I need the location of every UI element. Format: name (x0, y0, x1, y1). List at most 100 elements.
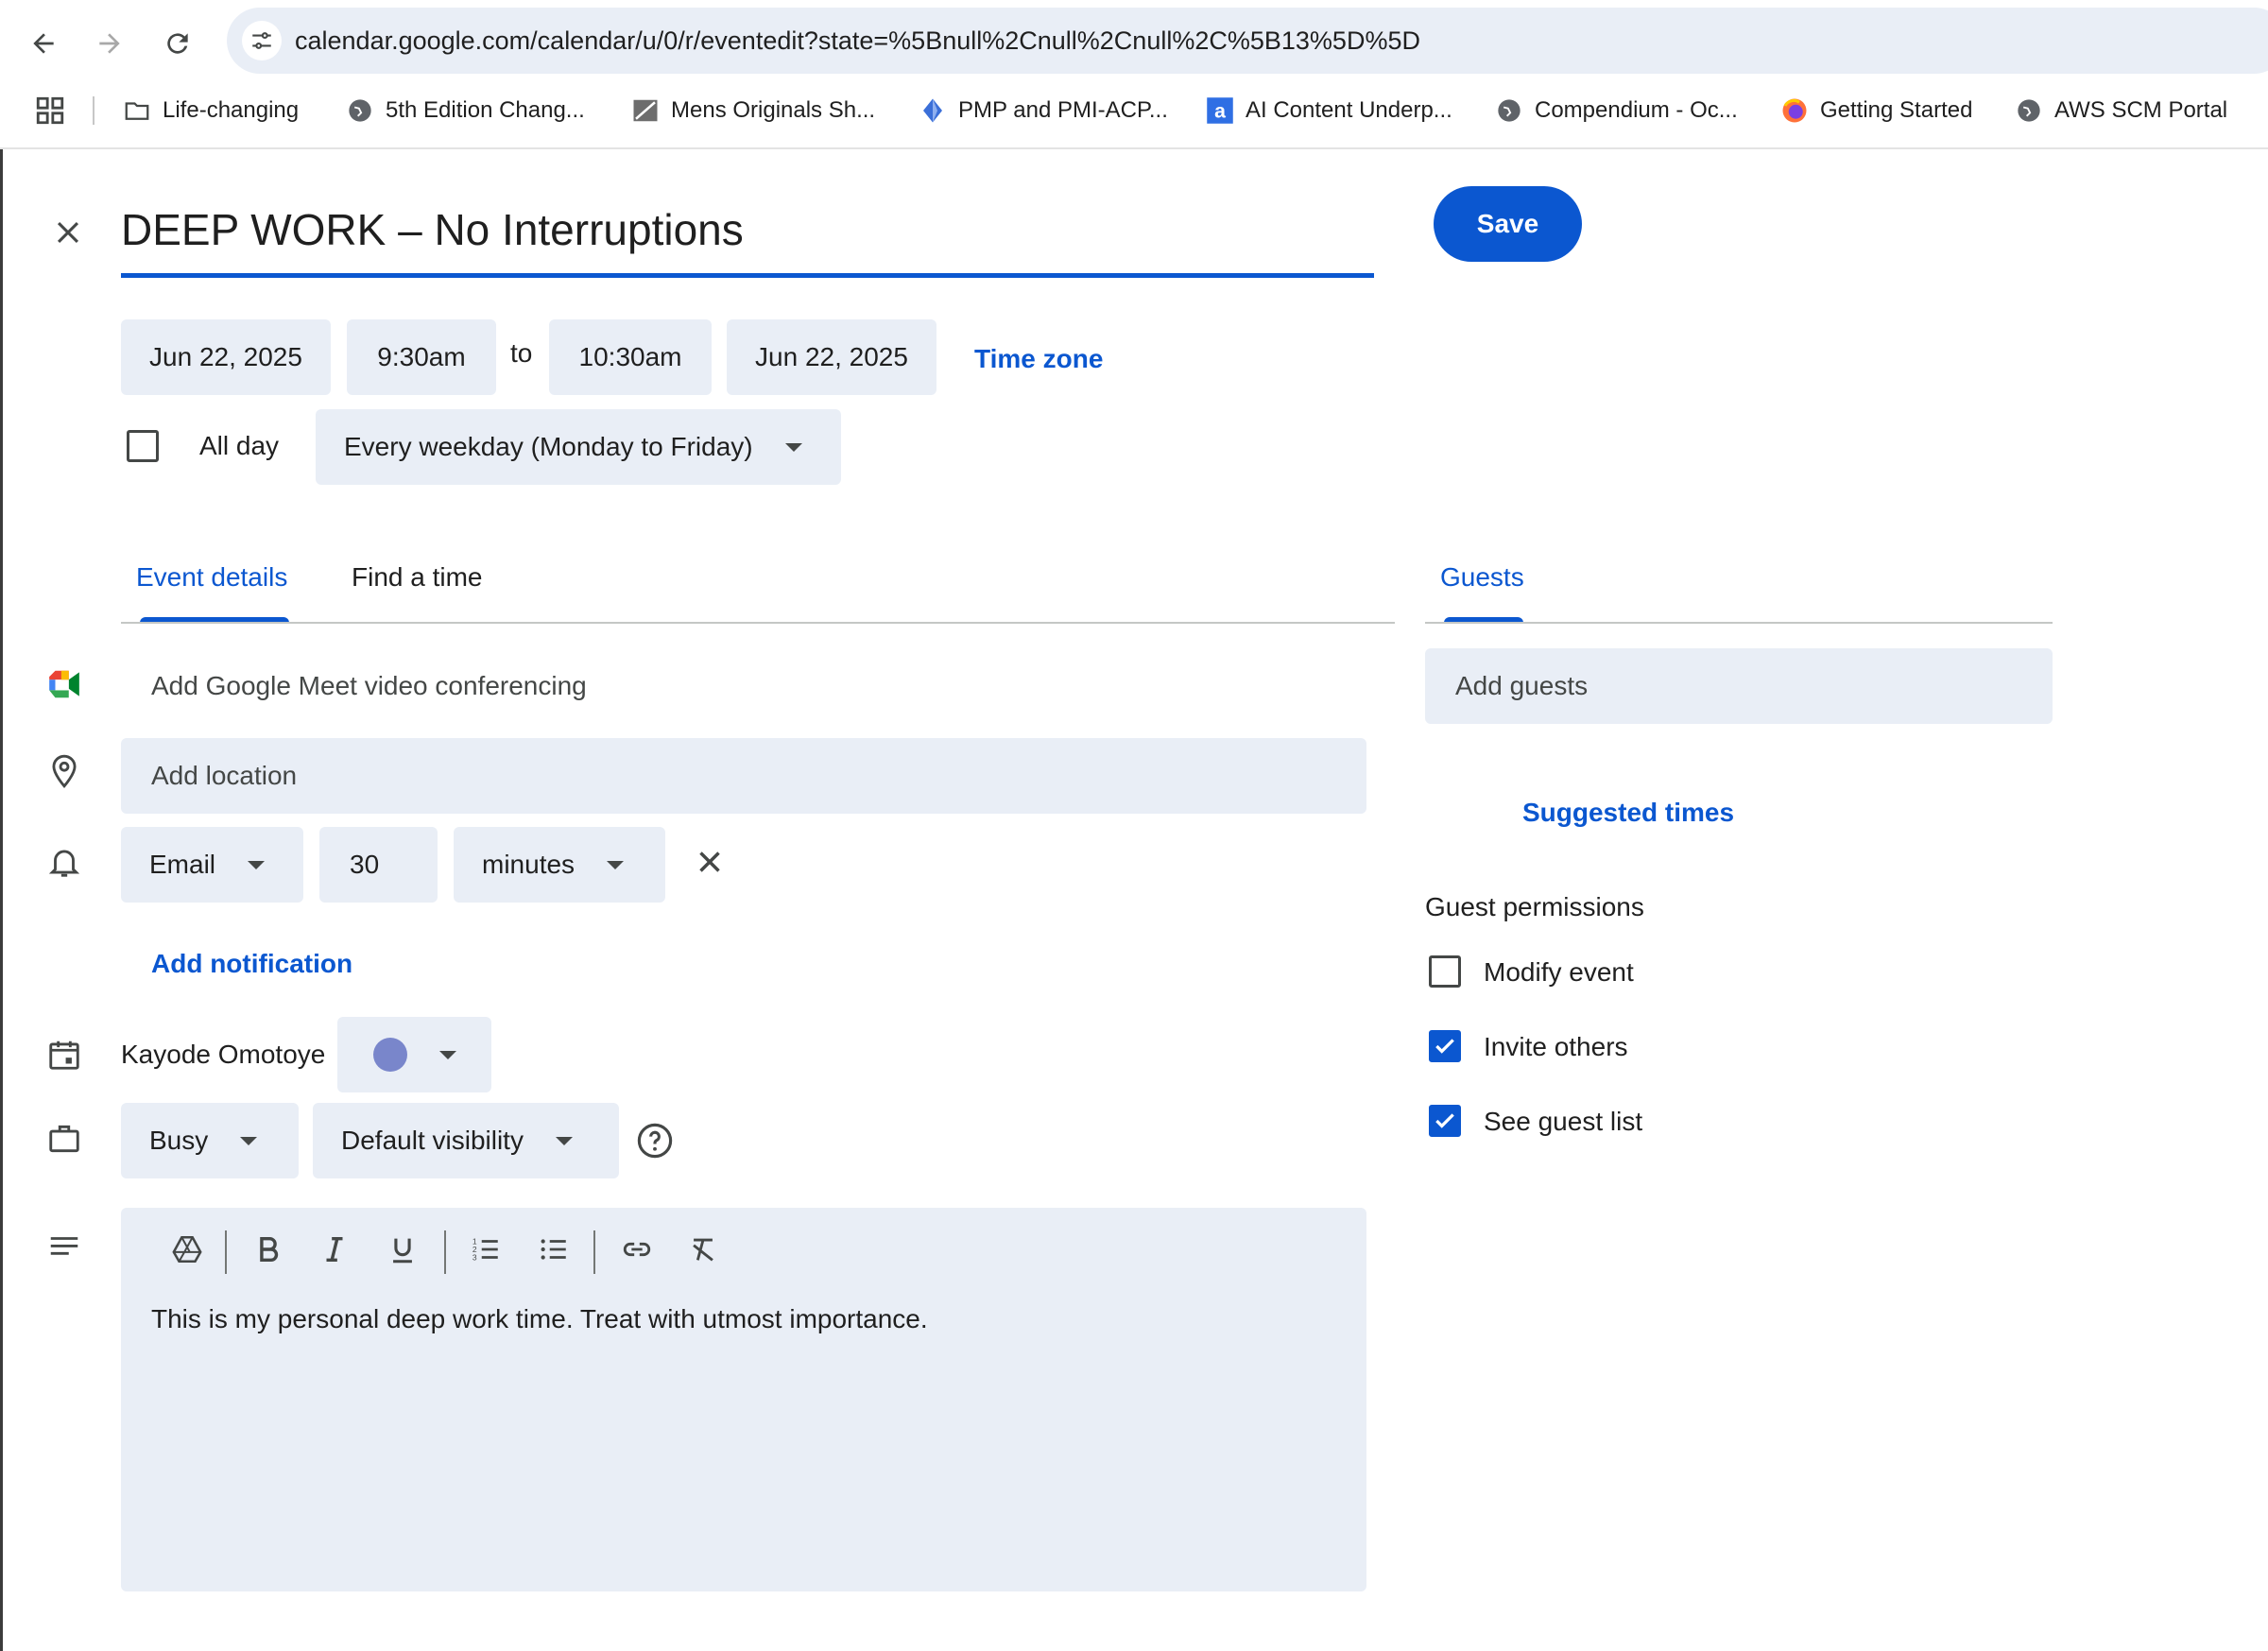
event-title-input[interactable]: DEEP WORK – No Interruptions (121, 200, 744, 259)
save-button[interactable]: Save (1434, 186, 1582, 262)
bookmark-item[interactable]: Getting Started (1780, 87, 1972, 134)
arrow-left-icon (33, 33, 54, 54)
location-input[interactable]: Add location (121, 738, 1366, 814)
back-button[interactable] (19, 19, 68, 68)
globe-icon (2015, 96, 2043, 125)
numbered-list-button[interactable]: 123 (463, 1227, 508, 1272)
italic-button[interactable] (312, 1227, 357, 1272)
clear-formatting-button[interactable] (680, 1227, 726, 1272)
underline-icon (393, 1238, 412, 1264)
bookmark-label: Life-changing (163, 97, 300, 123)
svg-text:a: a (1214, 100, 1226, 123)
tab-find-a-time[interactable]: Find a time (352, 562, 483, 593)
bookmark-label: Mens Originals Sh... (671, 97, 876, 123)
bold-button[interactable] (246, 1227, 291, 1272)
tab-guests[interactable]: Guests (1440, 562, 1524, 593)
bookmarks-bar: Life-changing 5th Edition Chang... Mens … (0, 87, 2268, 134)
modify-event-label: Modify event (1484, 957, 1634, 987)
google-meet-icon (43, 663, 85, 705)
add-notification-link[interactable]: Add notification (151, 949, 352, 979)
bookmarks-divider (93, 96, 94, 125)
browser-chrome: calendar.google.com/calendar/u/0/r/event… (0, 0, 2268, 149)
add-meet-button[interactable]: Add Google Meet video conferencing (151, 671, 587, 701)
notification-method-dropdown[interactable]: Email (121, 827, 303, 903)
bookmark-item[interactable]: Life-changing (123, 87, 299, 134)
svg-text:3: 3 (472, 1252, 477, 1262)
bold-icon (260, 1236, 279, 1263)
bookmark-item[interactable]: 5th Edition Chang... (346, 87, 585, 134)
google-drive-icon (172, 1235, 202, 1264)
calendar-icon (43, 1034, 85, 1075)
chevron-down-icon (555, 1136, 573, 1145)
bookmark-label: Getting Started (1820, 97, 1973, 123)
drive-attachment-button[interactable] (164, 1227, 210, 1272)
bookmark-item[interactable]: Compendium - Oc... (1495, 87, 1738, 134)
invite-others-label: Invite others (1484, 1032, 1628, 1061)
description-icon (43, 1227, 85, 1268)
folder-icon (123, 96, 151, 125)
event-color-dropdown[interactable] (337, 1017, 491, 1092)
globe-icon (346, 96, 374, 125)
chevron-down-icon (248, 860, 266, 869)
tabs-divider (121, 622, 1395, 624)
bookmark-item[interactable]: Mens Originals Sh... (631, 87, 875, 134)
bookmark-label: AI Content Underp... (1246, 97, 1452, 123)
visibility-dropdown[interactable]: Default visibility (313, 1103, 619, 1178)
recurrence-dropdown[interactable]: Every weekday (Monday to Friday) (316, 409, 841, 485)
underline-button[interactable] (380, 1227, 425, 1272)
image-icon (631, 96, 660, 125)
recurrence-value: Every weekday (Monday to Friday) (344, 432, 753, 461)
close-button[interactable] (47, 212, 89, 253)
modify-event-checkbox[interactable] (1429, 955, 1461, 988)
all-day-checkbox[interactable] (127, 430, 159, 462)
tab-event-details[interactable]: Event details (136, 562, 287, 593)
window-edge (0, 149, 3, 1651)
url-text[interactable]: calendar.google.com/calendar/u/0/r/event… (295, 8, 1420, 74)
address-bar[interactable]: calendar.google.com/calendar/u/0/r/event… (227, 8, 2268, 74)
invite-others-checkbox[interactable] (1429, 1030, 1461, 1062)
bulleted-list-button[interactable] (531, 1227, 576, 1272)
forward-button[interactable] (85, 19, 134, 68)
description-editor[interactable]: 123 This is my personal deep work time. … (121, 1208, 1366, 1591)
guest-permissions-heading: Guest permissions (1425, 892, 1644, 921)
reload-button[interactable] (153, 19, 202, 68)
notification-amount-input[interactable]: 30 (319, 827, 438, 903)
close-icon (57, 221, 79, 244)
notification-unit-value: minutes (482, 850, 576, 879)
bookmark-label: 5th Edition Chang... (386, 97, 585, 123)
bookmark-item[interactable]: AWS SCM Portal (2015, 87, 2227, 134)
bookmark-item[interactable]: PMP and PMI-ACP... (919, 87, 1168, 134)
visibility-value: Default visibility (341, 1126, 524, 1155)
start-date-button[interactable]: Jun 22, 2025 (121, 319, 331, 395)
bookmark-item[interactable]: a AI Content Underp... (1206, 87, 1452, 134)
to-label: to (510, 338, 533, 368)
bookmark-label: PMP and PMI-ACP... (958, 97, 1168, 123)
help-icon[interactable] (635, 1121, 675, 1161)
description-text[interactable]: This is my personal deep work time. Trea… (151, 1304, 928, 1334)
event-title-field[interactable]: DEEP WORK – No Interruptions (121, 193, 1374, 278)
notification-unit-dropdown[interactable]: minutes (454, 827, 665, 903)
availability-dropdown[interactable]: Busy (121, 1103, 299, 1178)
chevron-down-icon (607, 860, 625, 869)
event-color-swatch (373, 1038, 407, 1072)
globe-icon (1495, 96, 1523, 125)
add-guests-input[interactable]: Add guests (1425, 648, 2053, 724)
site-info-icon[interactable] (242, 21, 282, 60)
end-date-button[interactable]: Jun 22, 2025 (727, 319, 936, 395)
see-guest-list-checkbox[interactable] (1429, 1105, 1461, 1137)
gem-icon (919, 96, 947, 125)
insert-link-button[interactable] (614, 1227, 660, 1272)
start-time-button[interactable]: 9:30am (347, 319, 496, 395)
end-time-button[interactable]: 10:30am (549, 319, 712, 395)
suggested-times-link[interactable]: Suggested times (1522, 798, 1734, 828)
chevron-down-icon (439, 1050, 456, 1059)
location-pin-icon (43, 750, 85, 792)
checkmark-icon (1435, 1113, 1454, 1128)
remove-notification-button[interactable] (689, 841, 730, 883)
bulleted-list-icon (541, 1239, 566, 1260)
bell-icon (43, 841, 85, 883)
calendar-owner-name: Kayode Omotoye (121, 1040, 326, 1069)
time-zone-link[interactable]: Time zone (974, 344, 1103, 374)
all-day-label: All day (199, 431, 280, 460)
apps-grid-icon[interactable] (34, 95, 66, 127)
